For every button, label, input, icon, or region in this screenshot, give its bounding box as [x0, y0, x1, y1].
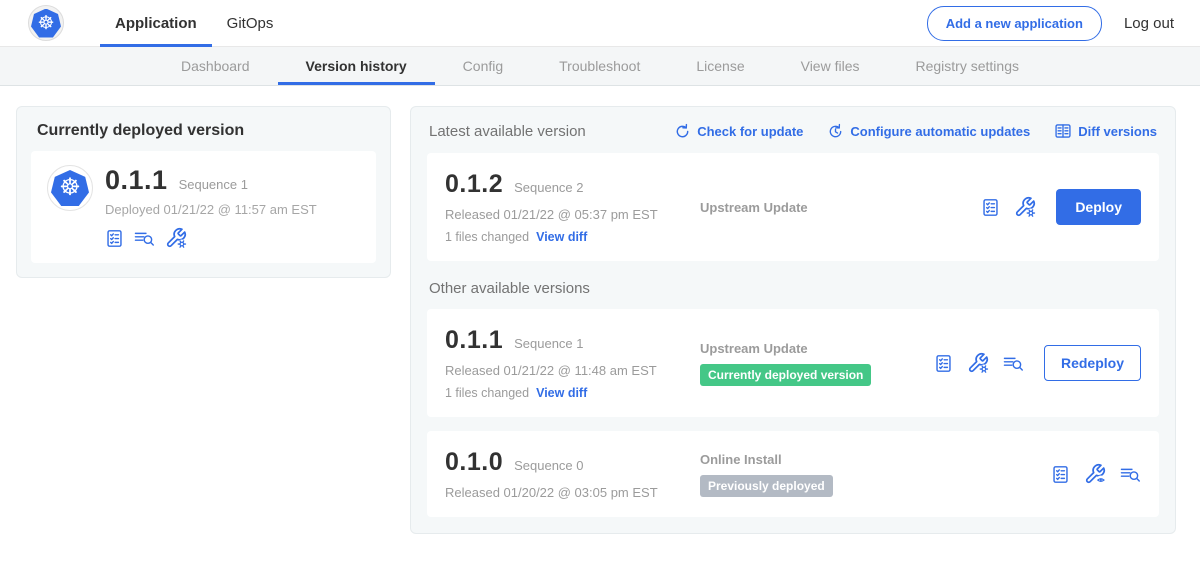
main-content: Currently deployed version ☸ 0.1.1 Seque… [0, 86, 1200, 534]
check-for-update-label: Check for update [697, 124, 803, 139]
refresh-icon [674, 123, 691, 140]
latest-version-heading: Latest available version [429, 123, 586, 140]
other-versions-heading: Other available versions [429, 280, 1157, 297]
deployed-sequence-label: Sequence 1 [179, 177, 248, 192]
app-subnav: Dashboard Version history Config Trouble… [0, 47, 1200, 86]
deploy-logs-icon[interactable] [1120, 465, 1141, 484]
preflight-checks-icon[interactable] [981, 198, 1000, 217]
app-logo: ☸ [47, 165, 93, 211]
edit-config-icon[interactable] [967, 352, 989, 374]
redeploy-button[interactable]: Redeploy [1044, 345, 1141, 381]
subnav-view-files[interactable]: View files [773, 47, 888, 85]
subnav-dashboard[interactable]: Dashboard [153, 47, 278, 85]
version-number: 0.1.1 [445, 326, 503, 355]
released-timestamp: Released 01/21/22 @ 11:48 am EST [445, 363, 700, 378]
panel-actions: Check for update Configure automatic upd… [674, 122, 1157, 140]
view-diff-link[interactable]: View diff [536, 386, 587, 400]
deployed-timestamp: Deployed 01/21/22 @ 11:57 am EST [105, 202, 317, 217]
kubernetes-helm-icon: ☸ [51, 170, 89, 206]
subnav-version-history[interactable]: Version history [278, 47, 435, 85]
files-changed-label: 1 files changed [445, 230, 529, 244]
version-history-panel: Latest available version Check for updat… [410, 106, 1176, 534]
version-source-label: Online Install [700, 452, 1041, 467]
subnav-troubleshoot[interactable]: Troubleshoot [531, 47, 668, 85]
tab-gitops[interactable]: GitOps [212, 0, 289, 46]
version-number: 0.1.2 [445, 170, 503, 199]
deploy-button[interactable]: Deploy [1056, 189, 1141, 225]
configure-automatic-updates-link[interactable]: Configure automatic updates [827, 123, 1030, 140]
deploy-logs-icon[interactable] [1003, 354, 1024, 373]
preflight-checks-icon[interactable] [1051, 465, 1070, 484]
check-for-update-link[interactable]: Check for update [674, 123, 803, 140]
status-badge: Currently deployed version [700, 364, 871, 386]
subnav-registry-settings[interactable]: Registry settings [888, 47, 1047, 85]
logout-button[interactable]: Log out [1124, 15, 1174, 32]
preflight-checks-icon[interactable] [934, 354, 953, 373]
version-row: 0.1.1 Sequence 1 Released 01/21/22 @ 11:… [427, 309, 1159, 417]
files-changed-label: 1 files changed [445, 386, 529, 400]
subnav-config[interactable]: Config [435, 47, 531, 85]
sequence-label: Sequence 2 [514, 180, 583, 195]
sequence-label: Sequence 0 [514, 458, 583, 473]
topbar: ☸ Application GitOps Add a new applicati… [0, 0, 1200, 47]
add-application-button[interactable]: Add a new application [927, 6, 1102, 41]
preflight-checks-icon[interactable] [105, 229, 124, 248]
kubernetes-helm-icon: ☸ [31, 9, 61, 38]
deployed-version-tile: ☸ 0.1.1 Sequence 1 Deployed 01/21/22 @ 1… [31, 151, 376, 263]
tab-application[interactable]: Application [100, 0, 212, 46]
version-source-label: Upstream Update [700, 200, 971, 215]
edit-config-icon[interactable] [1014, 196, 1036, 218]
edit-config-icon[interactable] [165, 227, 187, 249]
deployed-version-number: 0.1.1 [105, 165, 168, 196]
diff-versions-icon [1054, 122, 1072, 140]
version-source-label: Upstream Update [700, 341, 924, 356]
version-number: 0.1.0 [445, 448, 503, 477]
deploy-logs-icon[interactable] [134, 229, 155, 248]
kubernetes-logo: ☸ [28, 5, 64, 41]
version-row: 0.1.0 Sequence 0 Released 01/20/22 @ 03:… [427, 431, 1159, 517]
top-tabs: Application GitOps [100, 0, 288, 46]
status-badge: Previously deployed [700, 475, 833, 497]
currently-deployed-card: Currently deployed version ☸ 0.1.1 Seque… [16, 106, 391, 278]
schedule-update-icon [827, 123, 844, 140]
topbar-right: Add a new application Log out [927, 6, 1200, 41]
view-diff-link[interactable]: View diff [536, 230, 587, 244]
deployed-card-title: Currently deployed version [37, 122, 370, 140]
view-config-icon[interactable] [1084, 463, 1106, 485]
subnav-license[interactable]: License [668, 47, 772, 85]
configure-automatic-updates-label: Configure automatic updates [850, 124, 1030, 139]
released-timestamp: Released 01/21/22 @ 05:37 pm EST [445, 207, 700, 222]
diff-versions-link[interactable]: Diff versions [1054, 122, 1157, 140]
sequence-label: Sequence 1 [514, 336, 583, 351]
diff-versions-label: Diff versions [1078, 124, 1157, 139]
version-row: 0.1.2 Sequence 2 Released 01/21/22 @ 05:… [427, 153, 1159, 261]
released-timestamp: Released 01/20/22 @ 03:05 pm EST [445, 485, 700, 500]
